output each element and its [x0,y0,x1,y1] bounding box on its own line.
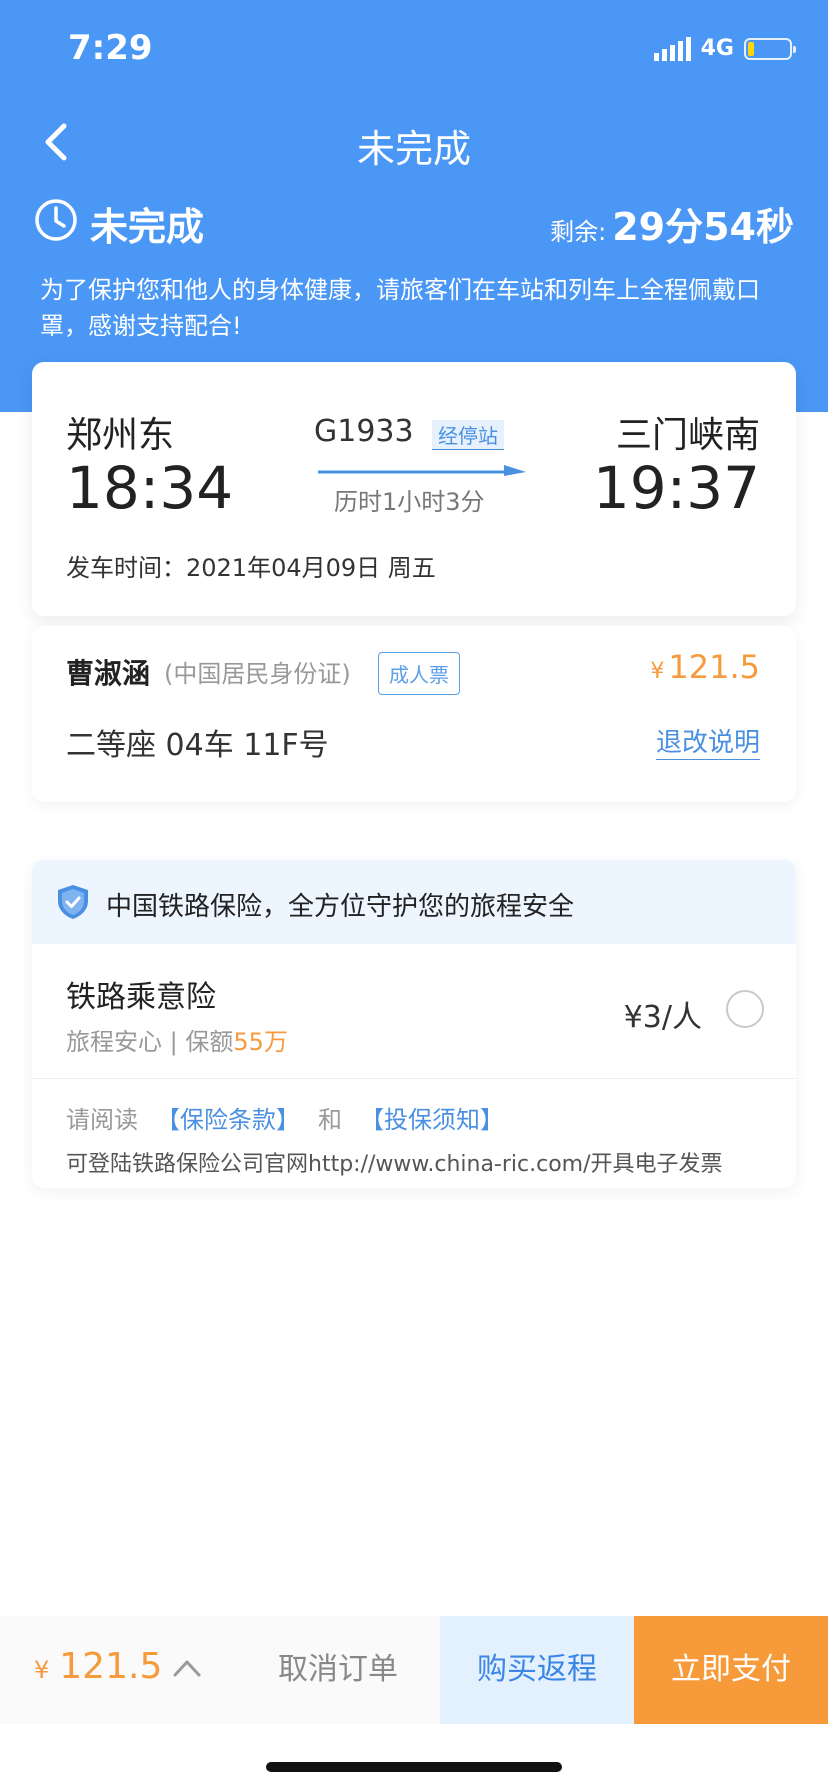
and-text: 和 [318,1106,342,1134]
insurance-card: 中国铁路保险，全方位守护您的旅程安全 铁路乘意险 旅程安心 | 保额55万 ¥3… [32,860,796,1188]
shield-icon [58,885,88,919]
train-number: G1933 [314,414,414,449]
passenger-card: 曹淑涵 (中国居民身份证) 成人票 ¥121.5 二等座 04车 11F号 退改… [32,626,796,802]
insurance-price: ¥3/人 [623,1000,702,1035]
from-time: 18:34 [66,454,234,522]
insurance-product-name: 铁路乘意险 [66,980,216,1015]
pay-now-button[interactable]: 立即支付 [634,1616,828,1724]
train-info-card: 郑州东 18:34 G1933 经停站 历时1小时3分 三门峡南 19:37 发… [32,362,796,616]
total-currency: ¥ [34,1656,50,1684]
invoice-info: 可登陆铁路保险公司官网http://www.china-ric.com/开具电子… [66,1152,723,1177]
insurance-banner: 中国铁路保险，全方位守护您的旅程安全 [32,860,796,944]
battery-icon [744,37,796,60]
ticket-type-badge: 成人票 [378,652,460,695]
remaining-label: 剩余: [550,218,607,246]
insurance-banner-text: 中国铁路保险，全方位守护您的旅程安全 [106,892,575,922]
insurance-notice-link[interactable]: 【投保须知】 [360,1100,504,1135]
order-status-text: 未完成 [90,205,205,249]
mask-notice: 为了保护您和他人的身体健康，请旅客们在车站和列车上全程佩戴口罩，感谢支持配合! [40,276,760,340]
stops-link[interactable]: 经停站 [432,420,504,450]
insurance-coverage: 55万 [233,1028,288,1056]
remaining-countdown: 29分54秒 [612,205,794,249]
from-station: 郑州东 [66,415,175,456]
order-status-row: 未完成 剩余: 29分54秒 [34,196,794,249]
network-type: 4G [700,36,734,61]
to-time: 19:37 [592,454,760,522]
insurance-terms-link[interactable]: 【保险条款】 [156,1100,300,1135]
divider [32,1078,796,1079]
battery-level [748,41,754,56]
status-indicators: 4G [653,36,796,61]
nav-bar: 未完成 [0,96,828,186]
remaining-time: 剩余: 29分54秒 [550,196,794,251]
trip-duration: 历时1小时3分 [334,488,485,516]
home-indicator[interactable] [266,1762,562,1772]
cancel-order-button[interactable]: 取消订单 [238,1616,438,1724]
price-currency: ¥ [650,659,665,684]
seat-info: 二等座 04车 11F号 [66,728,329,763]
total-value: 121.5 [59,1646,163,1687]
passenger-id-type: (中国居民身份证) [164,660,351,688]
bottom-action-bar: ¥121.5 取消订单 购买返程 立即支付 [0,1616,828,1724]
read-prefix: 请阅读 [66,1106,138,1134]
insurance-subtitle: 旅程安心 | 保额55万 [66,1022,288,1057]
page-title: 未完成 [356,127,471,171]
insurance-read-terms: 请阅读 【保险条款】 和 【投保须知】 [66,1100,504,1135]
clock-icon [35,199,77,241]
buy-return-button[interactable]: 购买返程 [440,1616,634,1724]
insurance-subtitle-prefix: 旅程安心 | 保额 [66,1028,234,1056]
status-bar: 7:29 4G [0,0,828,96]
to-station: 三门峡南 [615,415,760,456]
status-time: 7:29 [68,28,153,68]
total-price[interactable]: ¥121.5 [34,1646,162,1687]
departure-date: 发车时间：2021年04月09日 周五 [66,554,436,582]
chevron-up-icon[interactable] [172,1656,202,1680]
signal-icon [653,36,691,61]
insurance-select-radio[interactable] [726,990,764,1028]
passenger-name: 曹淑涵 [66,657,151,690]
direction-arrow-icon [318,465,526,476]
ticket-price: ¥121.5 [650,648,760,686]
refund-policy-link[interactable]: 退改说明 [655,722,760,760]
price-value: 121.5 [668,648,760,686]
